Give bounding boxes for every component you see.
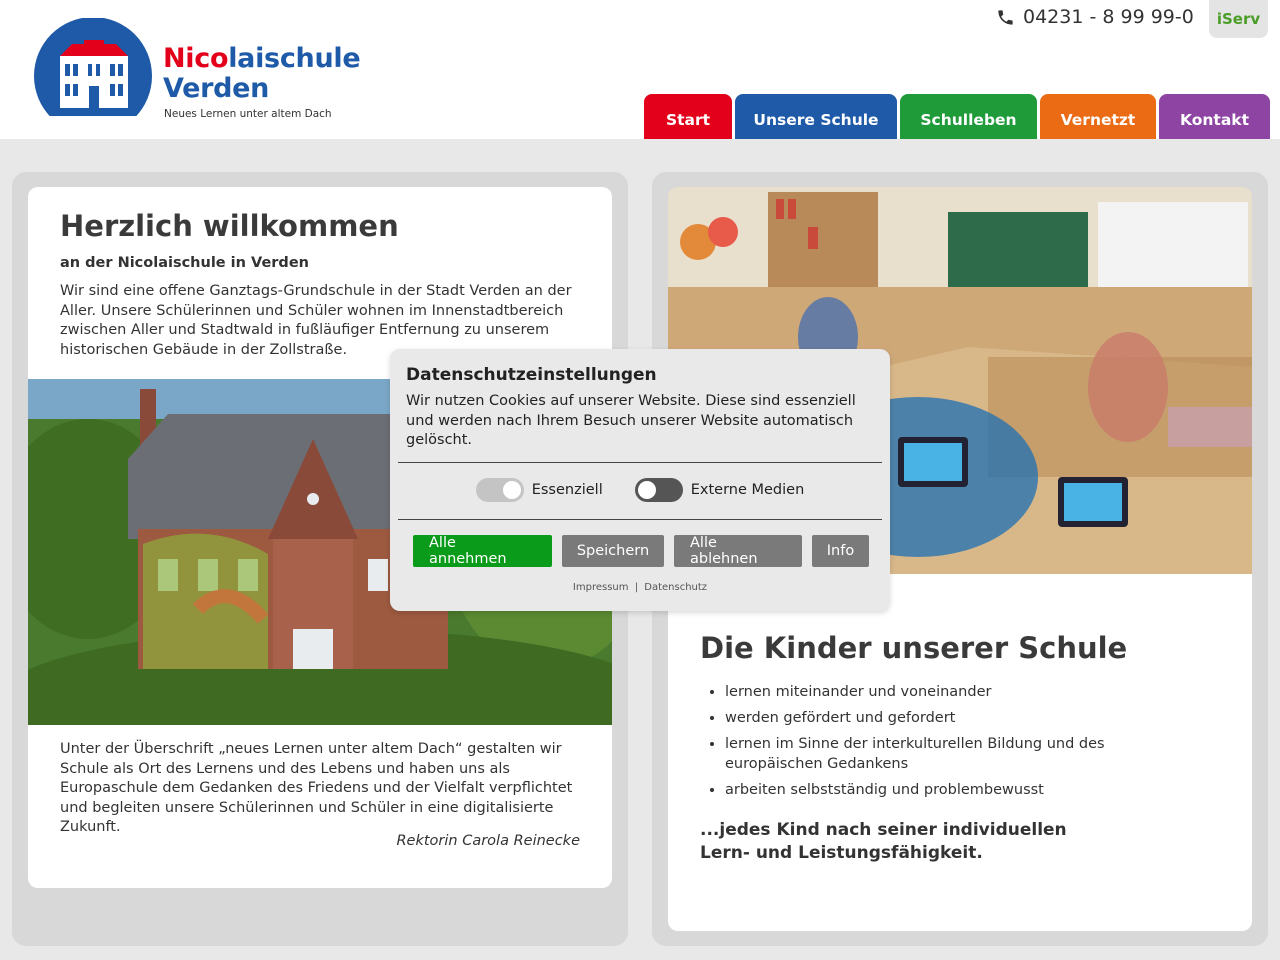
list-item: werden gefördert und gefordert: [725, 709, 1205, 729]
toggle-essential[interactable]: Essenziell: [475, 478, 603, 502]
school-tagline: Neues Lernen unter altem Dach: [164, 108, 332, 120]
toggle-essential-label: Essenziell: [531, 482, 603, 498]
toggle-external-media[interactable]: Externe Medien: [634, 478, 805, 502]
cookie-text: Wir nutzen Cookies auf unserer Website. …: [406, 393, 856, 448]
welcome-title: Herzlich willkommen: [60, 209, 399, 243]
nav-tab-start[interactable]: Start: [644, 94, 732, 139]
nav-tab-unsere-schule[interactable]: Unsere Schule: [735, 94, 897, 139]
link-separator: |: [634, 582, 639, 593]
reject-all-button[interactable]: Alle ablehnen: [674, 535, 802, 567]
phone-icon: [998, 9, 1013, 25]
phone-number: 04231 - 8 99 99-0: [1023, 6, 1194, 28]
school-logo[interactable]: Nicolaischule Verden Neues Lernen unter …: [30, 18, 361, 128]
kids-closing-statement: ...jedes Kind nach seiner individuellen …: [700, 820, 1067, 863]
list-item: lernen miteinander und voneinander: [725, 683, 1205, 703]
kids-list: lernen miteinander und voneinander werde…: [725, 683, 1205, 807]
phone-contact[interactable]: 04231 - 8 99 99-0: [996, 6, 1194, 28]
external-media-switch[interactable]: [634, 478, 683, 502]
impressum-link[interactable]: Impressum: [573, 582, 629, 593]
principal-signature: Rektorin Carola Reinecke: [396, 833, 580, 849]
datenschutz-link[interactable]: Datenschutz: [644, 582, 707, 593]
school-name-city: Verden: [163, 73, 270, 104]
school-name-highlight: Nico: [163, 43, 229, 74]
cookie-toggles: Essenziell Externe Medien: [390, 478, 890, 502]
toggle-external-label: Externe Medien: [690, 482, 805, 498]
cookie-title: Datenschutzeinstellungen: [406, 365, 657, 385]
iserv-link[interactable]: iServ: [1209, 0, 1268, 38]
cookie-consent-dialog: Datenschutzeinstellungen Wir nutzen Cook…: [390, 349, 890, 611]
list-item: arbeiten selbstständig und problembewuss…: [725, 781, 1205, 801]
save-button[interactable]: Speichern: [562, 535, 664, 567]
nav-tab-schulleben[interactable]: Schulleben: [900, 94, 1037, 139]
school-building-logo-icon: [34, 18, 152, 116]
cookie-links: Impressum | Datenschutz: [390, 582, 890, 593]
kids-title: Die Kinder unserer Schule: [700, 631, 1128, 665]
divider: [398, 462, 882, 463]
nav-tab-vernetzt[interactable]: Vernetzt: [1040, 94, 1156, 139]
site-header: Nicolaischule Verden Neues Lernen unter …: [0, 0, 1280, 139]
essential-switch[interactable]: [475, 478, 524, 502]
school-name: Nicolaischule Verden: [163, 43, 361, 104]
info-button[interactable]: Info: [812, 535, 869, 567]
cookie-buttons: Alle annehmen Speichern Alle ablehnen In…: [413, 535, 869, 567]
list-item: lernen im Sinne der interkulturellen Bil…: [725, 735, 1205, 774]
accept-all-button[interactable]: Alle annehmen: [413, 535, 552, 567]
welcome-subtitle: an der Nicolaischule in Verden: [60, 255, 309, 271]
school-name-rest: laischule: [228, 43, 361, 74]
nav-tab-kontakt[interactable]: Kontakt: [1159, 94, 1270, 139]
divider: [398, 519, 882, 520]
mission-text: Unter der Überschrift „neues Lernen unte…: [60, 741, 573, 835]
